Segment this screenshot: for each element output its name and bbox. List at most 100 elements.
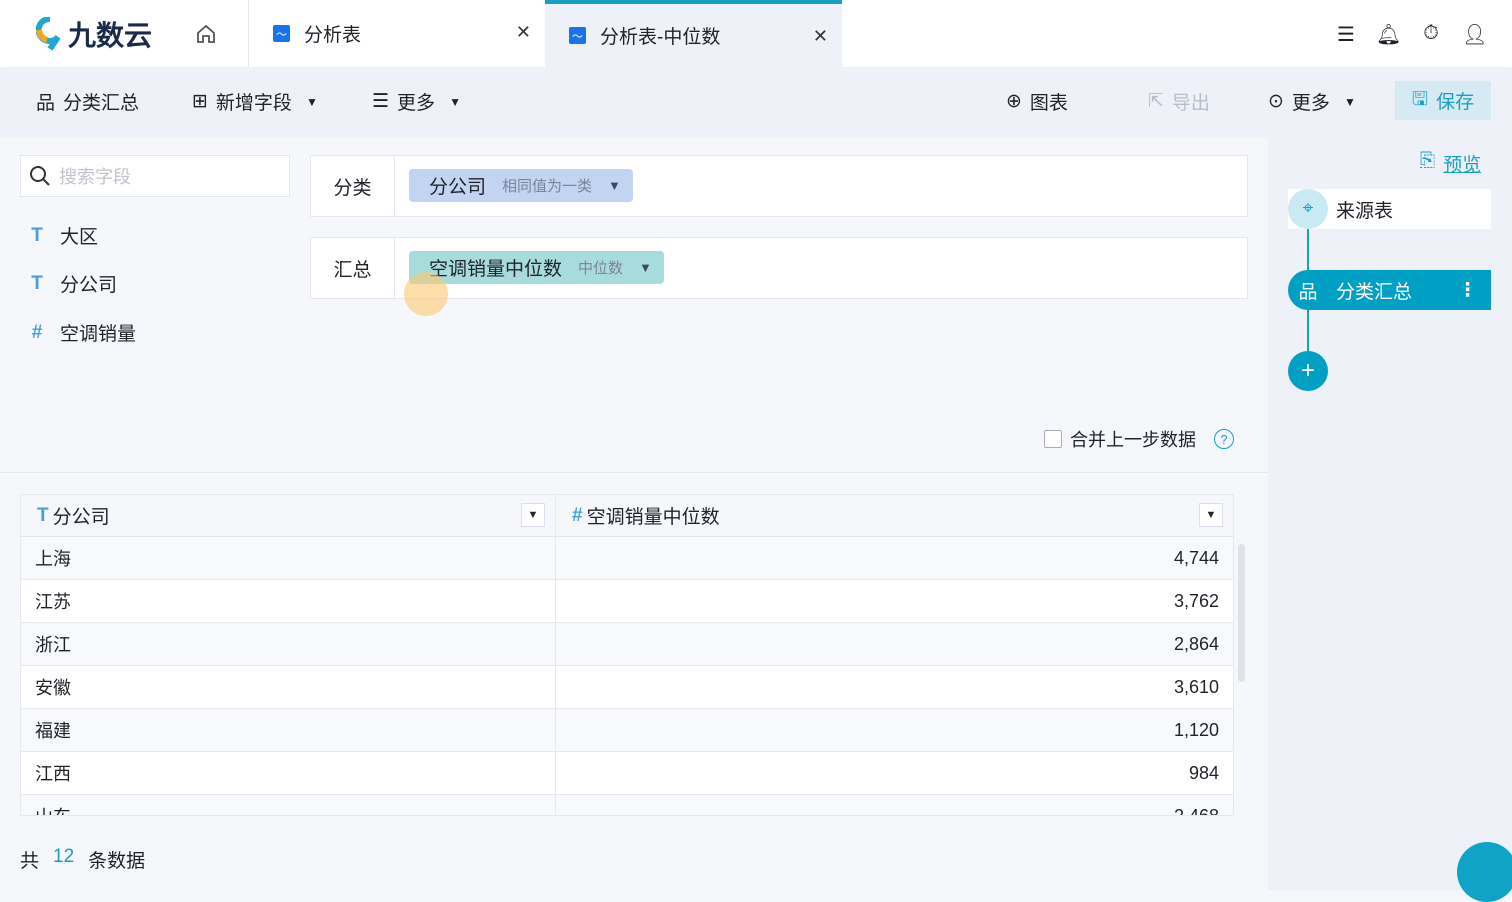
caret-down-icon: ▼ bbox=[449, 94, 461, 109]
label: 分类汇总 bbox=[63, 93, 140, 114]
add-node-button[interactable]: + bbox=[1288, 351, 1328, 391]
table-row[interactable]: 浙江 2,864 bbox=[21, 623, 1233, 666]
more-left-button[interactable]: ☰ 更多 ▼ bbox=[372, 88, 461, 115]
target-icon: ⌖ bbox=[1288, 189, 1328, 229]
label: 新增字段 bbox=[215, 93, 292, 114]
home-icon[interactable] bbox=[194, 22, 218, 46]
column-name: 空调销量中位数 bbox=[586, 507, 720, 528]
flow-node-source[interactable]: ⌖ 来源表 bbox=[1288, 189, 1491, 229]
more-right-button[interactable]: ⊙ 更多 ▼ bbox=[1268, 88, 1356, 115]
group-label: 分类 bbox=[311, 156, 395, 216]
count-prefix: 共 bbox=[20, 851, 40, 872]
logo-icon bbox=[36, 17, 61, 51]
cell-median: 2,864 bbox=[1173, 633, 1219, 654]
caret-down-icon[interactable]: ▼ bbox=[639, 260, 652, 275]
number-type-icon: # bbox=[572, 504, 583, 526]
cell-median: 984 bbox=[1188, 762, 1219, 783]
text-type-icon: T bbox=[37, 504, 49, 526]
add-field-button[interactable]: ⊞ 新增字段 ▼ bbox=[192, 88, 318, 115]
search-input[interactable]: 搜索字段 bbox=[20, 155, 290, 197]
kebab-menu-icon[interactable]: ⋮ bbox=[1458, 279, 1477, 302]
tab-label: 分析表 bbox=[304, 25, 362, 46]
cell-median: 3,610 bbox=[1173, 676, 1219, 697]
cell-company: 江苏 bbox=[21, 580, 556, 622]
table-row[interactable]: 山东 2,468 bbox=[21, 795, 1233, 815]
table-row[interactable]: 安徽 3,610 bbox=[21, 666, 1233, 709]
close-icon[interactable]: ✕ bbox=[516, 22, 531, 43]
field-name: 分公司 bbox=[60, 275, 118, 296]
table-header: T 分公司 ▼ # 空调销量中位数 ▼ bbox=[21, 495, 1233, 537]
preview-link[interactable]: ⎘ 预览 bbox=[1420, 150, 1481, 177]
field-item[interactable]: T 大区 bbox=[28, 222, 98, 249]
cell-company: 山东 bbox=[21, 795, 556, 815]
table-row[interactable]: 福建 1,120 bbox=[21, 709, 1233, 752]
chart-icon: 〜 bbox=[569, 27, 586, 44]
logo-text: 九数云 bbox=[68, 20, 153, 51]
table-row[interactable]: 江苏 3,762 bbox=[21, 580, 1233, 623]
user-icon[interactable]: 👤︎ bbox=[1462, 22, 1487, 46]
divider bbox=[0, 472, 1268, 473]
row-count: 共 12 条数据 bbox=[20, 846, 145, 873]
field-item[interactable]: T 分公司 bbox=[28, 270, 117, 297]
caret-down-icon[interactable]: ▼ bbox=[1199, 503, 1223, 527]
column-header[interactable]: T 分公司 ▼ bbox=[21, 495, 556, 536]
plus-circle-icon: ⊕ bbox=[1006, 91, 1022, 112]
column-header[interactable]: # 空调销量中位数 ▼ bbox=[556, 495, 1233, 536]
data-table: T 分公司 ▼ # 空调销量中位数 ▼ 上海 4,744 江苏 3,762 浙江 2,864 安徽 3… bbox=[20, 494, 1234, 816]
logo[interactable]: 九数云 bbox=[36, 14, 152, 54]
label: 图表 bbox=[1029, 93, 1068, 114]
chip-mode: 中位数 bbox=[578, 260, 624, 277]
text-type-icon: T bbox=[31, 224, 43, 246]
task-list-icon[interactable]: ☰ bbox=[1334, 22, 1358, 46]
text-type-icon: T bbox=[31, 272, 43, 294]
hierarchy-icon: 品 bbox=[36, 93, 56, 114]
hierarchy-icon: 品 bbox=[1298, 281, 1318, 303]
label: 更多 bbox=[397, 93, 436, 114]
field-name: 大区 bbox=[60, 227, 99, 248]
cell-median: 1,120 bbox=[1173, 719, 1219, 740]
chip-label: 分公司 bbox=[429, 177, 487, 198]
chip-mode: 相同值为一类 bbox=[502, 178, 593, 195]
cell-company: 江西 bbox=[21, 752, 556, 794]
table-row[interactable]: 江西 984 bbox=[21, 752, 1233, 795]
cell-company: 福建 bbox=[21, 709, 556, 751]
label: 保存 bbox=[1436, 92, 1475, 113]
count-suffix: 条数据 bbox=[88, 851, 146, 872]
merge-label: 合并上一步数据 bbox=[1070, 430, 1196, 450]
tab-analysis[interactable]: 〜 分析表 ✕ bbox=[248, 0, 545, 67]
table-row[interactable]: 上海 4,744 bbox=[21, 537, 1233, 580]
cell-median: 4,744 bbox=[1173, 547, 1219, 568]
timer-icon[interactable]: ⏱︎ bbox=[1419, 22, 1443, 46]
caret-down-icon: ▼ bbox=[305, 94, 318, 109]
cell-company: 安徽 bbox=[21, 666, 556, 708]
caret-down-icon[interactable]: ▼ bbox=[521, 503, 545, 527]
count-value: 12 bbox=[53, 846, 75, 867]
summary-label: 汇总 bbox=[311, 238, 395, 298]
label: 更多 bbox=[1291, 93, 1330, 114]
chart-icon: 〜 bbox=[273, 25, 290, 42]
group-summary-button[interactable]: 品分类汇总 bbox=[36, 88, 139, 115]
chat-support-icon[interactable] bbox=[1457, 842, 1512, 902]
tab-label: 分析表-中位数 bbox=[600, 27, 721, 48]
chart-button[interactable]: ⊕ 图表 bbox=[1006, 88, 1068, 115]
merge-option[interactable]: 合并上一步数据 ? bbox=[1044, 426, 1234, 452]
cell-median: 3,762 bbox=[1173, 590, 1219, 611]
summary-chip[interactable]: 空调销量中位数 中位数 ▼ bbox=[409, 251, 664, 284]
cursor-highlight bbox=[404, 272, 448, 316]
scrollbar[interactable] bbox=[1238, 544, 1245, 682]
group-chip[interactable]: 分公司 相同值为一类 ▼ bbox=[409, 169, 633, 202]
flow-node-group-summary[interactable]: 品 分类汇总 ⋮ bbox=[1288, 270, 1491, 310]
merge-checkbox[interactable] bbox=[1044, 430, 1062, 448]
save-button[interactable]: 🖫 保存 bbox=[1395, 81, 1491, 120]
tab-analysis-median[interactable]: 〜 分析表-中位数 ✕ bbox=[545, 0, 842, 67]
ellipsis-circle-icon: ⊙ bbox=[1268, 91, 1284, 112]
help-icon[interactable]: ? bbox=[1214, 429, 1234, 449]
bell-icon[interactable]: 🔔︎ bbox=[1376, 22, 1401, 46]
caret-down-icon[interactable]: ▼ bbox=[608, 178, 621, 193]
summary-config-row: 汇总 空调销量中位数 中位数 ▼ bbox=[310, 237, 1248, 299]
column-name: 分公司 bbox=[52, 507, 110, 528]
caret-down-icon: ▼ bbox=[1343, 94, 1356, 109]
field-item[interactable]: # 空调销量 bbox=[28, 319, 136, 346]
export-button[interactable]: ⇱ 导出 bbox=[1148, 88, 1210, 115]
close-icon[interactable]: ✕ bbox=[813, 26, 828, 47]
